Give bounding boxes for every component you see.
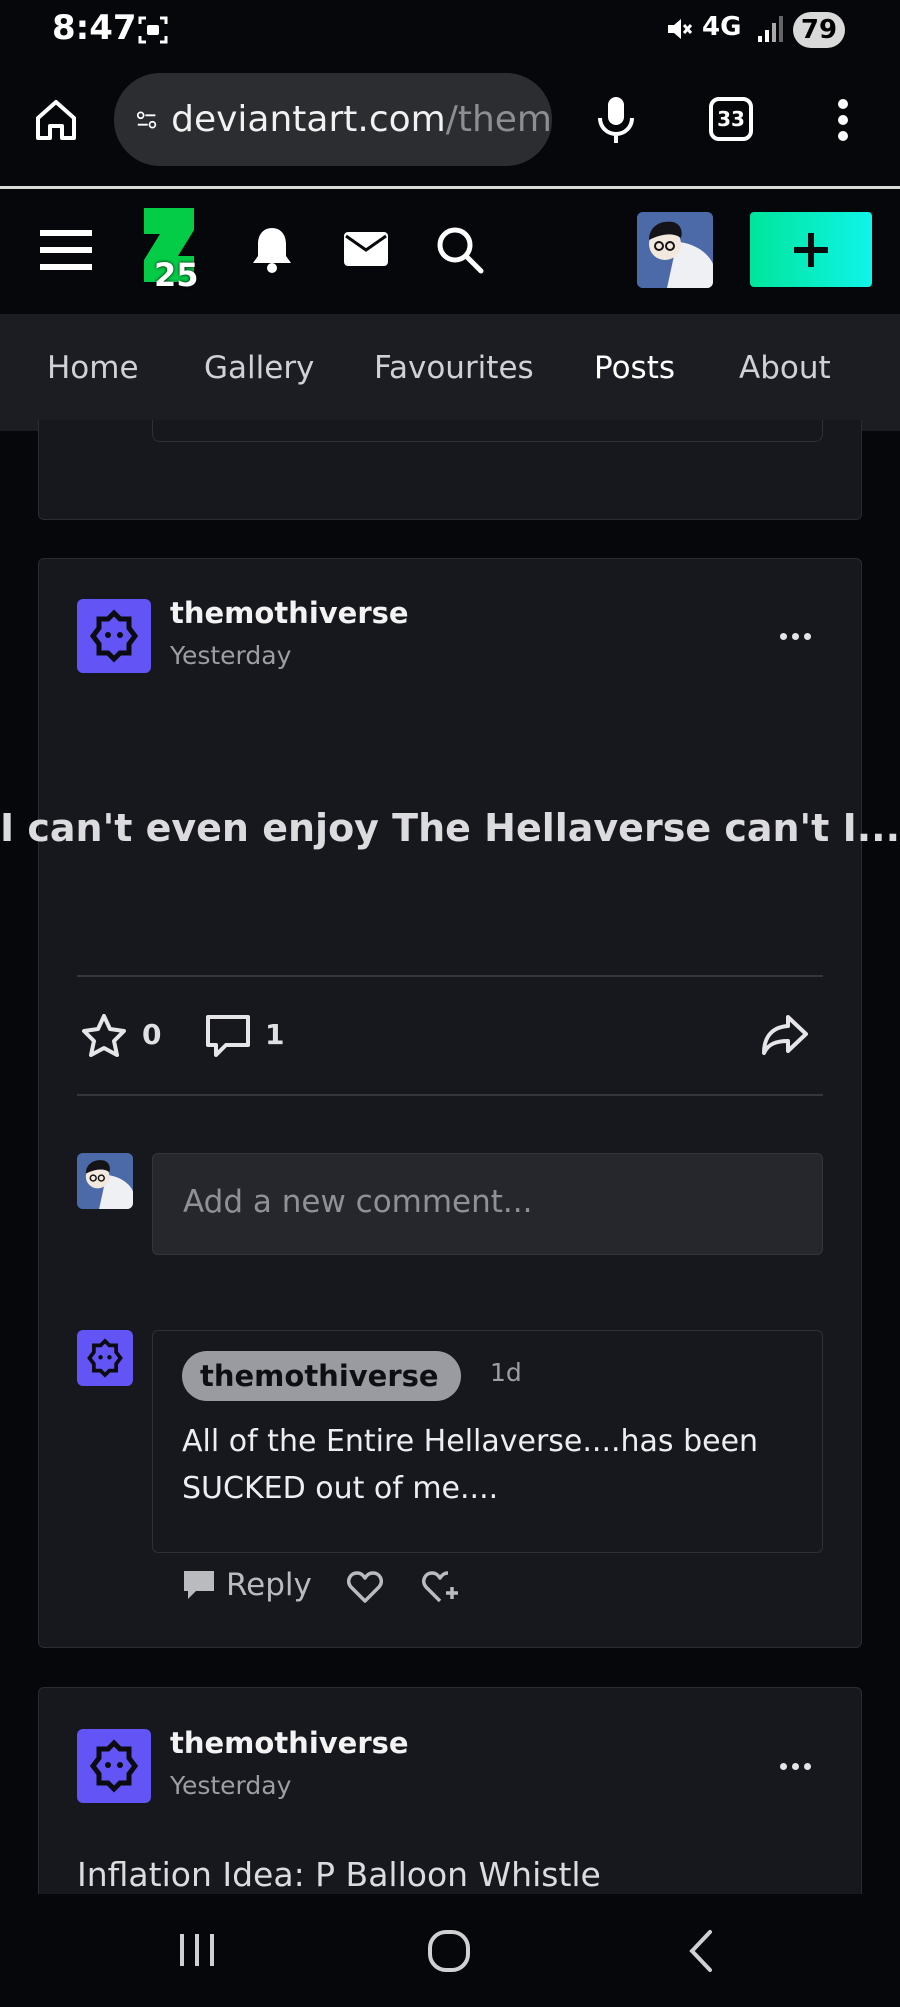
network-type: 4G [702, 12, 742, 42]
tab-gallery[interactable]: Gallery [204, 314, 314, 431]
signal-icon [758, 16, 783, 42]
new-comment-input[interactable]: Add a new comment... [152, 1153, 823, 1255]
search-icon[interactable] [434, 224, 486, 276]
tab-about[interactable]: About [739, 314, 831, 431]
post-title[interactable]: I can't even enjoy The Hellaverse can't … [0, 806, 900, 850]
home-icon[interactable] [32, 96, 80, 144]
post-more-options-icon[interactable] [775, 626, 815, 646]
next-post-author-name[interactable]: themothiverse [170, 1726, 409, 1760]
comment-text: All of the Entire Hellaverse....has been… [182, 1424, 759, 1506]
comment-author-avatar[interactable] [77, 1330, 133, 1386]
favourite-count: 0 [142, 1018, 162, 1051]
next-post-title[interactable]: Inflation Idea: P Balloon Whistle [77, 1855, 601, 1894]
browser-menu-icon[interactable] [830, 96, 856, 144]
tab-home[interactable]: Home [47, 314, 139, 431]
profile-tab-nav: Home Gallery Favourites Posts About [0, 314, 900, 431]
previous-post-inner-box [152, 420, 823, 442]
back-icon[interactable] [686, 1928, 716, 1974]
post-author-name[interactable]: themothiverse [170, 596, 409, 630]
tab-favourites[interactable]: Favourites [374, 314, 534, 431]
notifications-bell-icon[interactable] [248, 224, 296, 276]
messages-envelope-icon[interactable] [342, 230, 390, 268]
next-post-more-options-icon[interactable] [775, 1756, 815, 1776]
reply-label: Reply [226, 1567, 312, 1603]
author-avatar[interactable] [77, 599, 151, 673]
share-arrow-icon[interactable] [760, 1013, 810, 1059]
comment-count: 1 [265, 1018, 285, 1051]
like-heart-icon[interactable] [347, 1570, 383, 1604]
moth-avatar-icon [87, 1338, 123, 1378]
microphone-icon[interactable] [592, 94, 640, 146]
tab-posts[interactable]: Posts [594, 314, 675, 431]
moth-avatar-icon [89, 609, 139, 663]
favourite-star-icon[interactable] [80, 1013, 128, 1059]
menu-icon[interactable] [40, 228, 92, 272]
divider [77, 975, 823, 977]
current-user-avatar [77, 1153, 133, 1209]
mute-icon [668, 19, 693, 39]
post-timestamp: Yesterday [170, 641, 292, 670]
home-button-icon[interactable] [426, 1928, 472, 1974]
comment-author-name[interactable]: themothiverse [182, 1351, 461, 1401]
screenshot-icon [138, 16, 168, 44]
divider [77, 1094, 823, 1096]
reply-bubble-icon [184, 1571, 214, 1599]
url-path: /them [445, 99, 552, 140]
reply-button[interactable]: Reply [182, 1563, 312, 1607]
recent-apps-icon[interactable] [176, 1930, 218, 1970]
status-time: 8:47 [52, 8, 137, 48]
next-post-timestamp: Yesterday [170, 1771, 292, 1800]
logo-badge: 25 [154, 256, 199, 294]
battery-level: 79 [793, 12, 845, 48]
add-reaction-icon[interactable] [420, 1569, 460, 1605]
plus-icon [794, 232, 828, 267]
moth-avatar-icon [89, 1739, 139, 1793]
address-bar[interactable]: deviantart.com/them [114, 73, 552, 166]
tab-switcher-button[interactable]: 33 [709, 97, 753, 141]
comment-timestamp: 1d [490, 1358, 522, 1387]
site-settings-icon[interactable] [136, 104, 157, 136]
url-text: deviantart.com/them [171, 99, 552, 140]
comment-bubble-icon[interactable] [204, 1013, 252, 1061]
create-button[interactable] [750, 212, 872, 287]
url-domain: deviantart.com [171, 99, 446, 140]
user-avatar[interactable] [637, 212, 713, 288]
next-author-avatar[interactable] [77, 1729, 151, 1803]
